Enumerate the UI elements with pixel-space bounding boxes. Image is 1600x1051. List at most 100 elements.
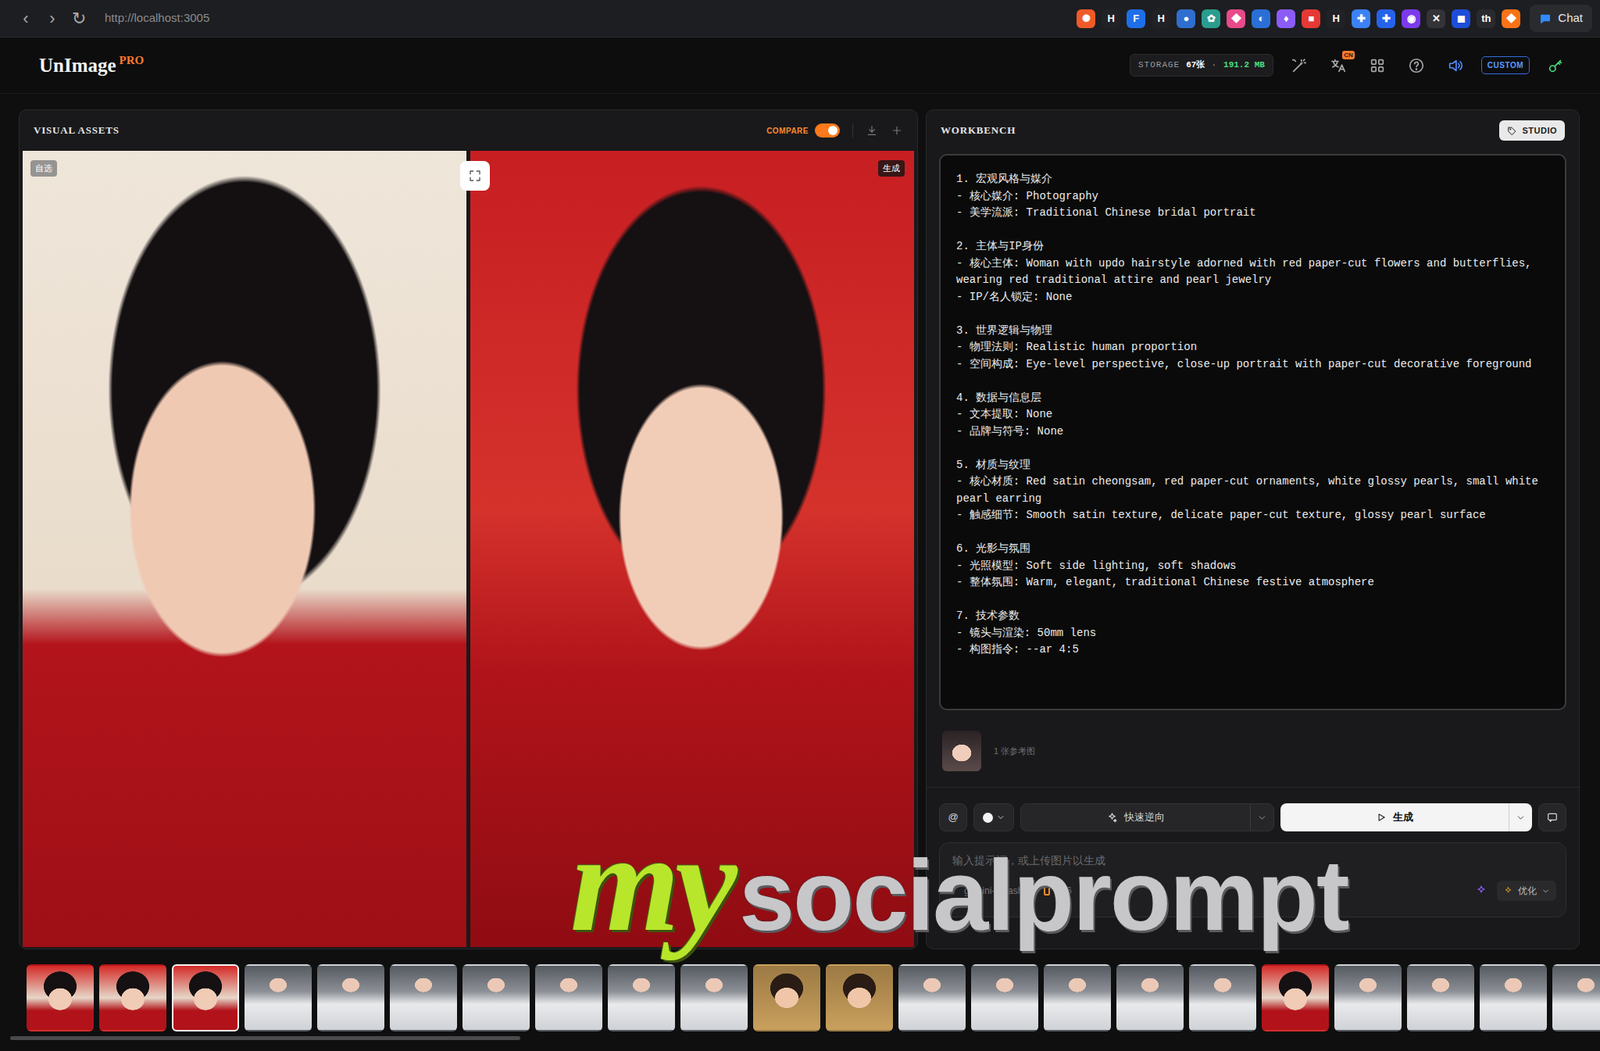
logo-text: UnImage [39, 54, 117, 76]
extension-icon[interactable]: ◆ [1226, 9, 1246, 29]
extension-icon[interactable]: H [1326, 9, 1346, 29]
extension-icon[interactable]: ✚ [1351, 9, 1371, 29]
sparkle-icon[interactable] [1475, 884, 1488, 897]
mode-dropdown[interactable] [973, 803, 1015, 832]
add-button[interactable]: + [949, 883, 955, 898]
prompt-editor[interactable]: 1. 宏观风格与媒介- 核心媒介: Photography- 美学流派: Tra… [939, 153, 1567, 711]
thumbnail[interactable] [898, 964, 966, 1032]
strip-scrollbar[interactable] [10, 1035, 521, 1040]
prompt-section: 2. 主体与IP身份- 核心主体: Woman with updo hairst… [956, 238, 1550, 306]
fullscreen-icon[interactable] [460, 160, 490, 191]
comment-icon[interactable] [1538, 803, 1567, 832]
thumbnail[interactable] [535, 964, 603, 1032]
thumbnail[interactable] [1043, 964, 1111, 1032]
thumbnail[interactable] [1189, 964, 1257, 1032]
thumbnail[interactable] [389, 964, 458, 1032]
prompt-heading: 1. 宏观风格与媒介 [956, 171, 1550, 189]
translate-icon[interactable]: CN [1325, 52, 1352, 79]
thumbnail[interactable] [1261, 964, 1329, 1032]
extension-icon[interactable]: ♦ [1276, 9, 1296, 29]
generate-button[interactable]: 生成 [1280, 809, 1510, 825]
studio-button[interactable]: STUDIO [1499, 120, 1565, 142]
app-logo[interactable]: UnImagePRO [39, 50, 144, 81]
prompt-line: - 美学流派: Traditional Chinese bridal portr… [956, 204, 1550, 222]
prompt-line: - 构图指令: --ar 4:5 [956, 641, 1550, 659]
thumbnail[interactable] [171, 964, 240, 1032]
watermark: mysocialprompt [570, 812, 1349, 954]
storage-count: 67张 [1185, 58, 1205, 72]
download-icon[interactable] [865, 124, 879, 137]
extension-icon[interactable]: H [1101, 9, 1121, 29]
thumbnail[interactable] [1552, 964, 1600, 1032]
prompt-input[interactable] [949, 849, 1557, 881]
mention-button[interactable]: @ [939, 803, 968, 832]
reload-button[interactable]: ↻ [67, 10, 91, 28]
watermark-prefix: my [570, 812, 733, 954]
add-icon[interactable] [890, 124, 904, 137]
extension-icon[interactable]: ✿ [1201, 9, 1221, 29]
thumbnail[interactable] [99, 964, 167, 1032]
custom-badge[interactable]: CUSTOM [1481, 56, 1530, 75]
extension-icon[interactable]: ◼ [1451, 9, 1471, 29]
key-icon[interactable] [1542, 52, 1569, 79]
thumbnail[interactable] [753, 964, 821, 1032]
chevron-down-icon[interactable] [1508, 803, 1533, 832]
ratio-value: 9:16 [1053, 883, 1072, 898]
prompt-heading: 4. 数据与信息层 [956, 389, 1550, 408]
extension-icon[interactable]: ■ [1301, 9, 1321, 29]
switch-knob [828, 125, 838, 136]
thumbnail[interactable] [244, 964, 312, 1032]
prompt-line: - 空间构成: Eye-level perspective, close-up … [956, 356, 1550, 374]
main-area: VISUAL ASSETSCOMPARE自选生成 WORKBENCHSTUDIO… [0, 93, 1600, 950]
extension-icon[interactable]: ✚ [1376, 9, 1396, 29]
thumbnail[interactable] [1479, 964, 1547, 1032]
chat-button[interactable]: Chat [1529, 4, 1593, 33]
speaker-icon[interactable] [1442, 52, 1469, 79]
header-tools: STORAGE67张·191.2 MBCNCUSTOM [1129, 52, 1569, 79]
thumbnail[interactable] [971, 964, 1039, 1032]
compare-view: 自选生成 [19, 150, 918, 949]
generate-button-group: 生成 [1280, 803, 1533, 832]
extension-icon[interactable]: th [1476, 9, 1496, 29]
extension-icon[interactable]: ● [1176, 9, 1196, 29]
thumbnail[interactable] [26, 964, 94, 1032]
reference-count: 1 张参考图 [993, 744, 1036, 758]
prompt-heading: 2. 主体与IP身份 [956, 238, 1550, 256]
thumbnail[interactable] [825, 964, 893, 1032]
reference-thumbnail[interactable] [942, 730, 982, 772]
back-button[interactable]: ‹ [14, 10, 38, 28]
ratio-select[interactable]: 9:16 [1043, 883, 1072, 898]
thumbnail[interactable] [607, 964, 675, 1032]
extension-icon[interactable]: ◐ [1251, 9, 1271, 29]
compare-label: COMPARE [766, 125, 809, 137]
extension-icon[interactable]: ✕ [1426, 9, 1446, 29]
prompt-heading: 5. 材质与纹理 [956, 457, 1550, 475]
thumbnail[interactable] [1334, 964, 1402, 1032]
extension-icon[interactable]: ◆ [1501, 9, 1521, 29]
thumbnail[interactable] [317, 964, 385, 1032]
action-bar: @ 快速逆向 生成 [926, 786, 1579, 832]
reverse-button[interactable]: 快速逆向 [1021, 809, 1250, 825]
extension-icon[interactable]: H [1151, 9, 1171, 29]
compare-toggle[interactable]: COMPARE [766, 123, 840, 138]
address-bar[interactable]: http://localhost:3005 [104, 9, 210, 28]
grid-icon[interactable] [1364, 52, 1391, 79]
extension-icon[interactable]: ◉ [1401, 9, 1421, 29]
model-select[interactable]: gemini-3-flash [964, 883, 1035, 898]
chevron-down-icon[interactable] [1250, 803, 1274, 831]
thumbnail[interactable] [680, 964, 748, 1032]
thumbnail-image [100, 965, 165, 1030]
generated-photo[interactable]: 生成 [470, 150, 915, 947]
magic-wand-icon[interactable] [1285, 52, 1313, 79]
help-icon[interactable] [1403, 52, 1430, 79]
optimize-button[interactable]: 优化 [1496, 880, 1557, 901]
thumbnail[interactable] [1116, 964, 1184, 1032]
original-photo[interactable]: 自选 [22, 150, 467, 947]
extension-icon[interactable]: ✺ [1076, 9, 1096, 29]
extension-icon[interactable]: F [1126, 9, 1146, 29]
thumbnail[interactable] [462, 964, 530, 1032]
thumbnail[interactable] [1407, 964, 1475, 1032]
thumbnail-image [754, 965, 819, 1030]
compare-switch[interactable] [814, 123, 840, 138]
forward-button[interactable]: › [40, 10, 65, 28]
